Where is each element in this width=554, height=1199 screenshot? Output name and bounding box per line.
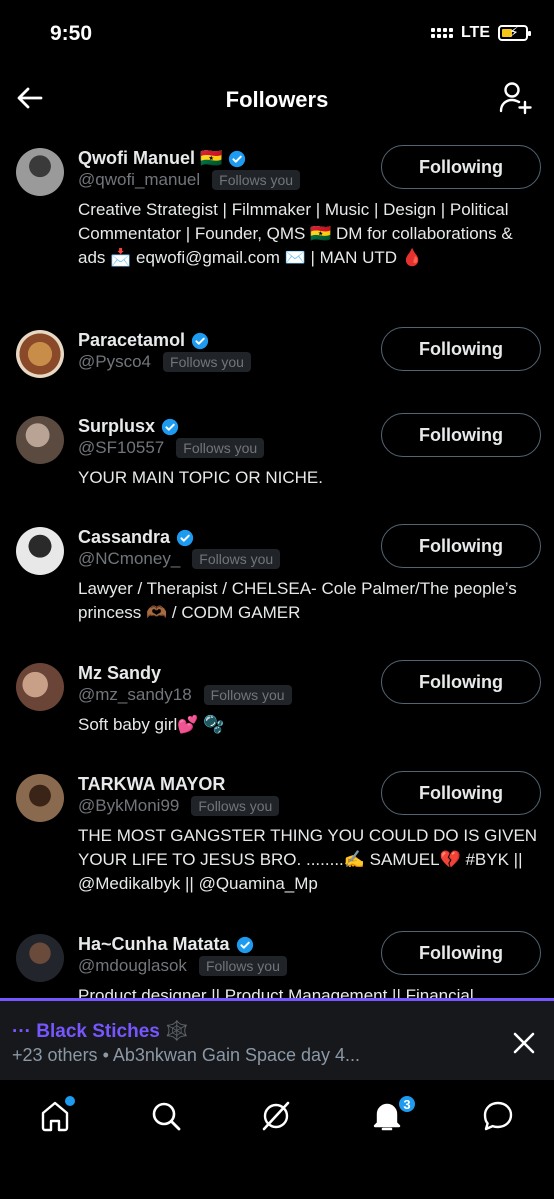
following-button[interactable]: Following (381, 931, 541, 975)
verified-badge-icon (176, 529, 194, 546)
follows-you-badge: Follows you (191, 796, 280, 816)
follows-you-badge: Follows you (203, 685, 292, 705)
notifications-icon[interactable]: 3 (369, 1094, 417, 1134)
following-button[interactable]: Following (381, 771, 541, 815)
verified-badge-icon (229, 150, 246, 167)
verified-badge-icon (191, 332, 209, 349)
avatar[interactable] (16, 527, 64, 575)
avatar[interactable] (16, 148, 64, 196)
user-handle: @mz_sandy18 (78, 685, 192, 704)
close-icon[interactable] (510, 1029, 538, 1057)
user-handle: @qwofi_manuel (78, 170, 201, 189)
bottom-tab-bar: 3 (0, 1080, 554, 1199)
status-indicators: LTE ⚡ (430, 24, 531, 42)
follows-you-badge: Follows you (176, 438, 265, 458)
avatar[interactable] (16, 663, 64, 711)
followers-list: Qwofi Manuel 🇬🇭 @qwofi_manuel Follows you… (0, 138, 554, 1000)
following-button[interactable]: Following (381, 524, 541, 568)
user-name[interactable]: Mz Sandy (78, 663, 161, 684)
network-label: LTE (460, 24, 490, 41)
avatar[interactable] (16, 416, 64, 464)
follows-you-badge: Follows you (192, 549, 281, 569)
signal-icon (430, 28, 453, 38)
status-time: 9:50 (50, 22, 93, 45)
user-name[interactable]: Qwofi Manuel 🇬🇭 (78, 148, 222, 169)
verified-badge-icon (236, 936, 253, 953)
user-name[interactable]: Cassandra (78, 527, 170, 548)
page-title: Followers (225, 87, 329, 112)
user-handle: @Pysco4 (78, 352, 152, 371)
follows-you-badge: Follows you (198, 956, 287, 976)
unread-dot (65, 1096, 75, 1106)
search-icon[interactable] (148, 1098, 184, 1134)
live-space-bar[interactable]: ··· Black Stiches 🕸️ +23 others • Ab3nkw… (0, 998, 554, 1080)
user-handle: @NCmoney_ (78, 549, 181, 568)
user-handle: @BykMoni99 (78, 796, 180, 815)
user-name[interactable]: Ha~Cunha Matata (78, 934, 230, 955)
following-button[interactable]: Following (381, 327, 541, 371)
user-bio: Soft baby girl💕 🫧 (78, 715, 225, 734)
following-button[interactable]: Following (381, 660, 541, 704)
notifications-badge: 3 (397, 1094, 417, 1114)
user-bio: Creative Strategist | Filmmaker | Music … (78, 200, 513, 267)
verified-badge-icon (161, 418, 179, 435)
follows-you-badge: Follows you (163, 352, 251, 372)
user-name[interactable]: Paracetamol (78, 330, 185, 351)
avatar[interactable] (16, 934, 64, 982)
user-bio: YOUR MAIN TOPIC OR NICHE. (78, 468, 323, 487)
user-handle: @SF10557 (78, 438, 165, 457)
add-user-icon[interactable] (498, 80, 534, 116)
user-handle: @mdouglasok (78, 956, 187, 975)
messages-icon[interactable] (480, 1098, 516, 1134)
follows-you-badge: Follows you (212, 170, 301, 190)
home-icon[interactable] (37, 1096, 75, 1134)
user-name[interactable]: TARKWA MAYOR (78, 774, 225, 795)
user-name[interactable]: Surplusx (78, 416, 155, 437)
battery-icon: ⚡ (498, 24, 531, 41)
user-bio: THE MOST GANGSTER THING YOU COULD DO IS … (78, 826, 538, 893)
space-title[interactable]: ··· Black Stiches 🕸️ (12, 1019, 189, 1043)
following-button[interactable]: Following (381, 413, 541, 457)
grok-icon[interactable] (258, 1098, 294, 1134)
following-button[interactable]: Following (381, 145, 541, 189)
avatar[interactable] (16, 774, 64, 822)
user-bio: Lawyer / Therapist / CHELSEA- Cole Palme… (78, 579, 517, 622)
space-subtitle: +23 others • Ab3nkwan Gain Space day 4..… (12, 1045, 361, 1065)
header: Followers (0, 70, 554, 130)
status-bar: 9:50 LTE ⚡ (0, 0, 554, 70)
avatar[interactable] (16, 330, 64, 378)
